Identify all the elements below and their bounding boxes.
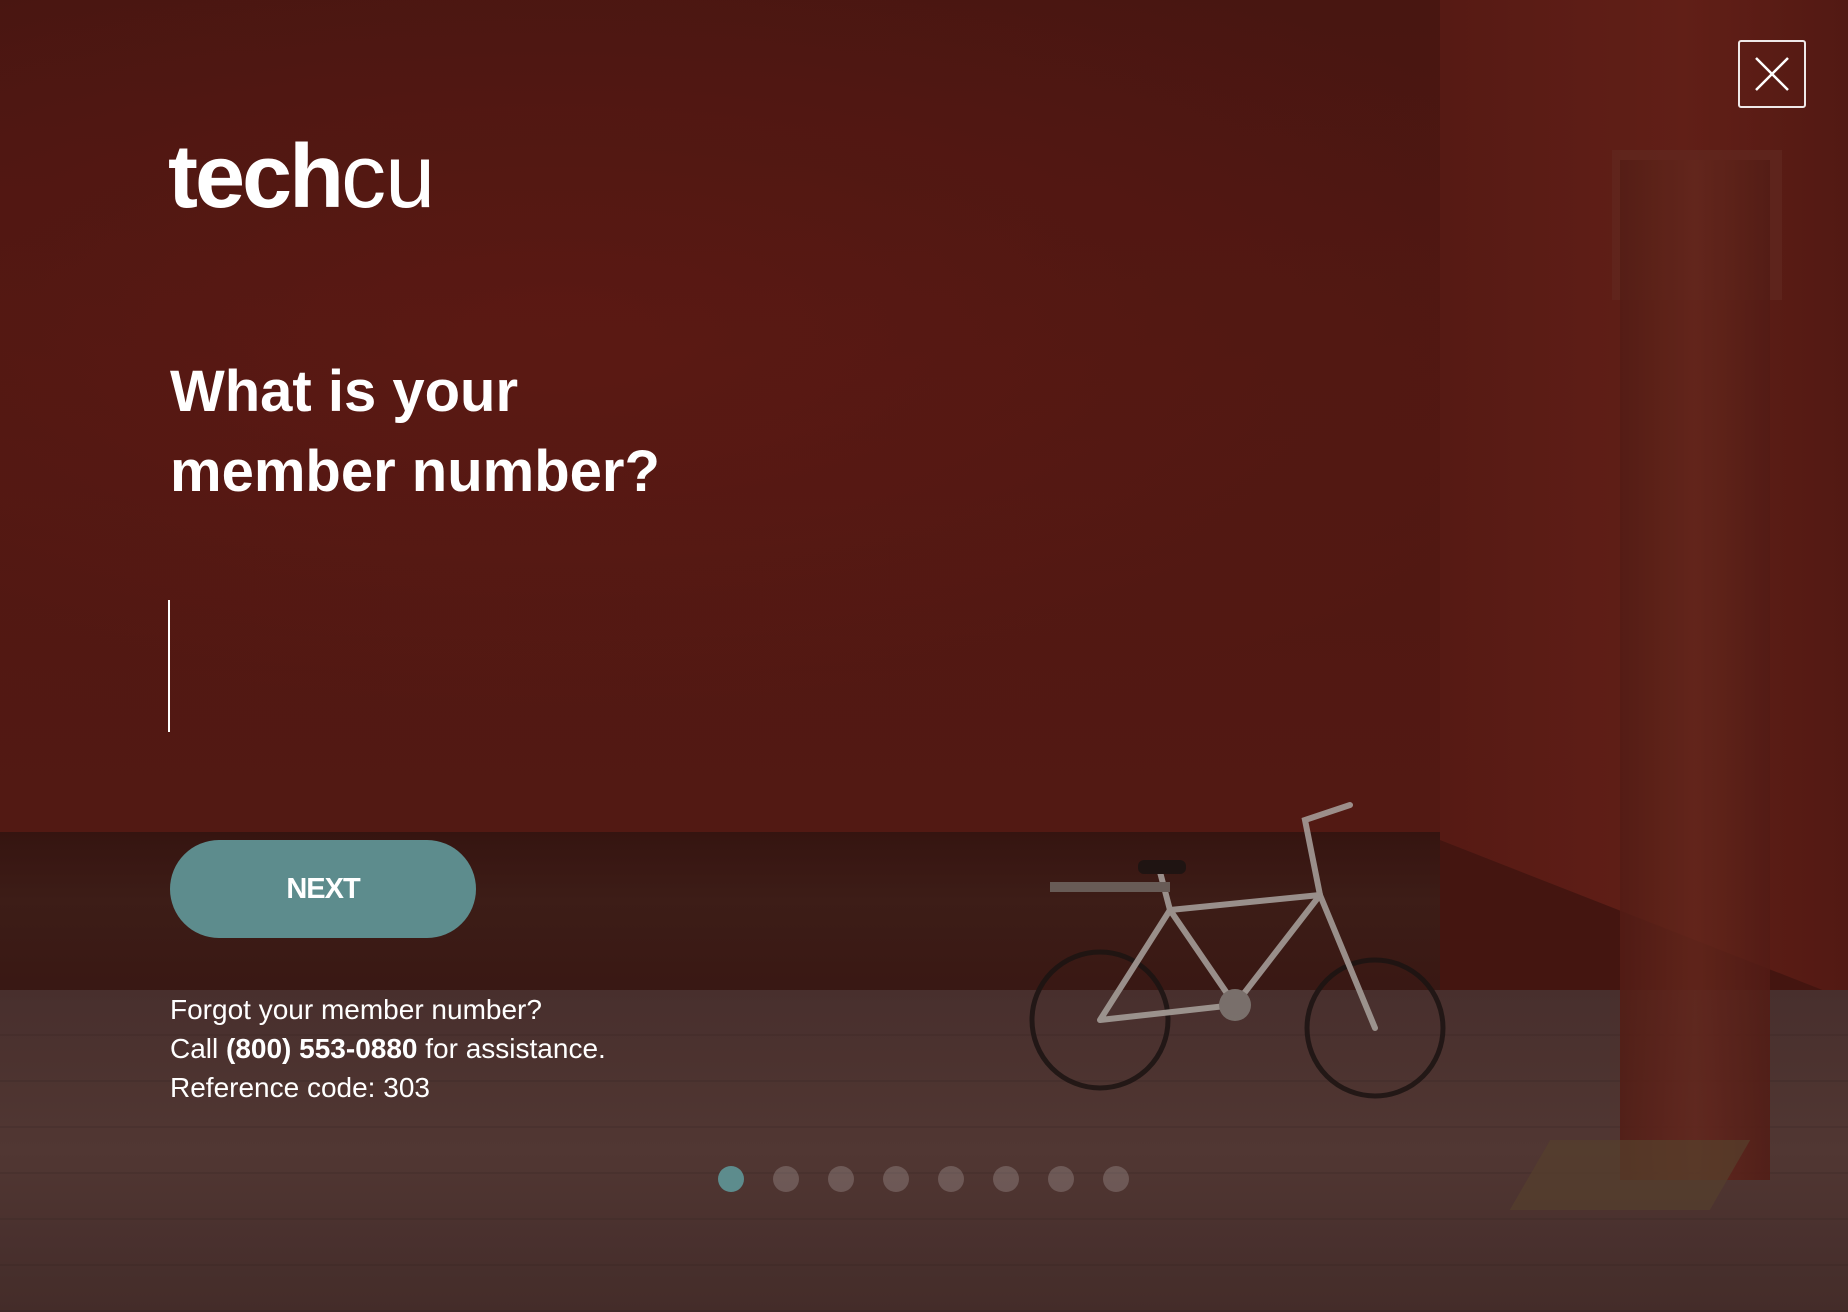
- reference-code-text: Reference code: 303: [170, 1072, 430, 1103]
- pagination-dot[interactable]: [828, 1166, 854, 1192]
- page-title-line-1: What is your: [170, 359, 519, 424]
- next-button[interactable]: NEXT: [170, 840, 476, 938]
- call-suffix: for assistance.: [417, 1033, 606, 1064]
- pagination-dot[interactable]: [1048, 1166, 1074, 1192]
- close-button[interactable]: [1738, 40, 1806, 108]
- pagination-dot[interactable]: [1103, 1166, 1129, 1192]
- pagination-dot[interactable]: [993, 1166, 1019, 1192]
- help-text: Forgot your member number? Call (800) 55…: [170, 990, 606, 1107]
- pagination-dot[interactable]: [773, 1166, 799, 1192]
- call-assistance-text: Call (800) 553-0880 for assistance.: [170, 1029, 606, 1068]
- techcu-logo: techcu: [168, 132, 435, 222]
- forgot-member-number-text: Forgot your member number?: [170, 994, 542, 1025]
- member-number-input[interactable]: [168, 598, 768, 734]
- page-title: What is your member number?: [170, 352, 930, 512]
- pagination-dot[interactable]: [883, 1166, 909, 1192]
- logo-text-bold: tech: [168, 127, 344, 227]
- text-cursor: [168, 600, 170, 732]
- call-prefix: Call: [170, 1033, 227, 1064]
- pagination-dot[interactable]: [718, 1166, 744, 1192]
- pagination-dots: [718, 1166, 1129, 1192]
- page-title-line-2: member number?: [170, 439, 660, 504]
- onboarding-screen: techcu What is your member number? NEXT …: [0, 0, 1848, 1312]
- phone-number: (800) 553-0880: [226, 1033, 418, 1064]
- pagination-dot[interactable]: [938, 1166, 964, 1192]
- close-icon: [1755, 57, 1789, 91]
- logo-text-light: cu: [341, 127, 435, 227]
